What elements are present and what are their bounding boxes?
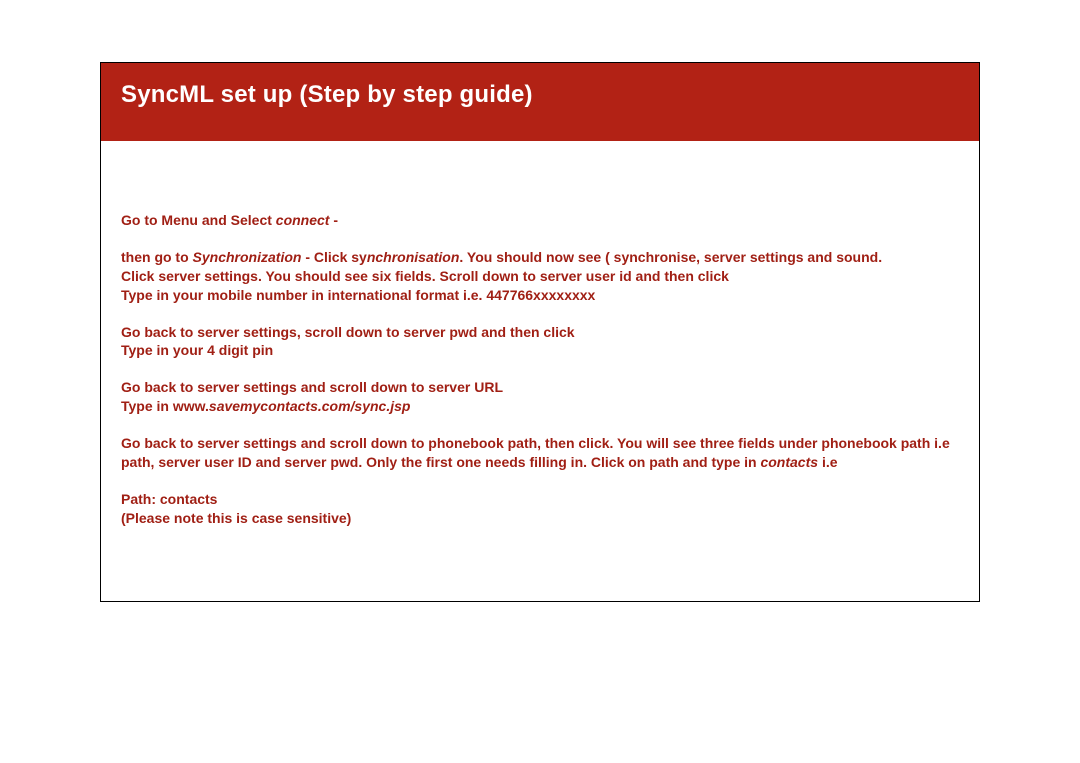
instruction-step-1: Go to Menu and Select connect - — [121, 211, 959, 230]
text: Go back to server settings and scroll do… — [121, 379, 503, 395]
text: Type in www. — [121, 398, 209, 414]
text: . You should now see ( synchronise, serv… — [459, 249, 882, 265]
document-frame: SyncML set up (Step by step guide) Go to… — [100, 62, 980, 602]
instruction-step-2: then go to Synchronization - Click synch… — [121, 248, 959, 305]
text-italic: connect — [276, 212, 330, 228]
text: Click server settings. You should see si… — [121, 268, 729, 284]
page-title: SyncML set up (Step by step guide) — [121, 81, 959, 109]
text-italic: contacts — [760, 454, 821, 470]
text: - — [329, 212, 338, 228]
text: - Click sy — [301, 249, 366, 265]
text: Type in your 4 digit pin — [121, 342, 273, 358]
text: Path: contacts — [121, 491, 217, 507]
text-italic: Synchronization — [193, 249, 302, 265]
instruction-step-5: Go back to server settings and scroll do… — [121, 434, 959, 472]
text: then go to — [121, 249, 193, 265]
text: Go to Menu and Select — [121, 212, 276, 228]
instruction-step-3: Go back to server settings, scroll down … — [121, 323, 959, 361]
text-italic: savemycontacts.com/sync.jsp — [209, 398, 411, 414]
text: Go back to server settings, scroll down … — [121, 324, 575, 340]
instruction-step-6: Path: contacts (Please note this is case… — [121, 490, 959, 528]
instruction-step-4: Go back to server settings and scroll do… — [121, 378, 959, 416]
text: i.e — [822, 454, 838, 470]
document-header: SyncML set up (Step by step guide) — [101, 63, 979, 141]
text: (Please note this is case sensitive) — [121, 510, 351, 526]
document-body: Go to Menu and Select connect - then go … — [101, 141, 979, 548]
text-italic: nchronisation — [367, 249, 460, 265]
text: Type in your mobile number in internatio… — [121, 287, 595, 303]
